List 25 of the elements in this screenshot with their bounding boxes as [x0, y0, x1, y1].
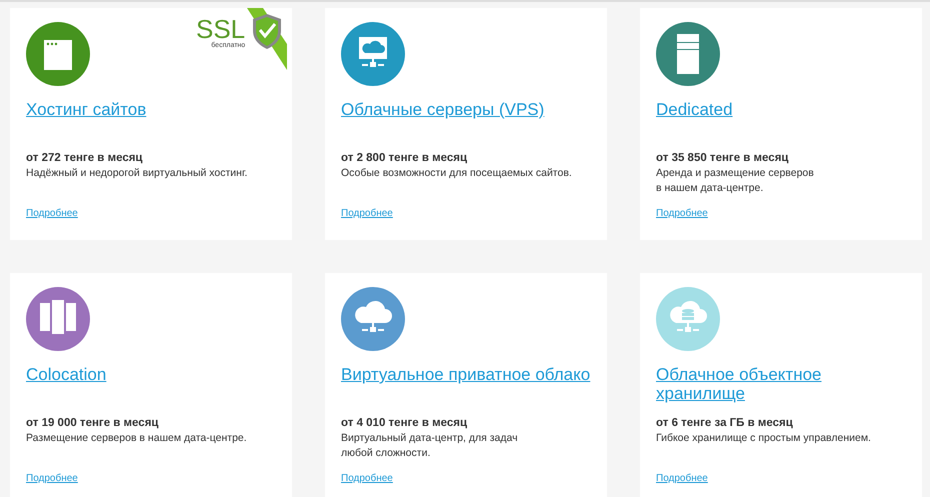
service-title-link[interactable]: Colocation — [26, 365, 276, 384]
description-text: Размещение серверов в нашем дата-центре. — [26, 431, 248, 446]
badge-title: SSL — [196, 16, 246, 42]
service-title-link[interactable]: Облачное объектное хранилище — [656, 365, 906, 403]
service-title-link[interactable]: Dedicated — [656, 100, 906, 119]
description-text: Виртуальный дата-центр, для задач любой сложности. — [341, 431, 519, 461]
more-link[interactable]: Подробнее — [656, 471, 708, 486]
more-link[interactable]: Подробнее — [341, 206, 393, 221]
more-link[interactable]: Подробнее — [26, 471, 78, 486]
description-text: Надёжный и недорогой виртуальный хостинг. — [26, 166, 248, 181]
description-text: Особые возможности для посещаемых сайтов. — [341, 166, 573, 181]
price-text: от 272 тенге в месяц — [26, 151, 144, 166]
more-link[interactable]: Подробнее — [341, 471, 393, 486]
price-text: от 2 800 тенге в месяц — [341, 151, 468, 166]
price-text: от 19 000 тенге в месяц — [26, 416, 160, 431]
more-link[interactable]: Подробнее — [656, 206, 708, 221]
more-link[interactable]: Подробнее — [26, 206, 78, 221]
price-text: от 6 тенге за ГБ в месяц — [656, 416, 794, 431]
service-title-link[interactable]: Хостинг сайтов — [26, 100, 276, 119]
description-text: Аренда и размещение серверов в нашем дата-центре. — [656, 166, 815, 196]
service-title-link[interactable]: Облачные серверы (VPS) — [341, 100, 591, 119]
price-text: от 4 010 тенге в месяц — [341, 416, 468, 431]
service-title-link[interactable]: Виртуальное приватное облако — [341, 365, 591, 384]
description-text: Гибкое хранилище с простым управлением. — [656, 431, 872, 446]
price-text: от 35 850 тенге в месяц — [656, 151, 790, 166]
